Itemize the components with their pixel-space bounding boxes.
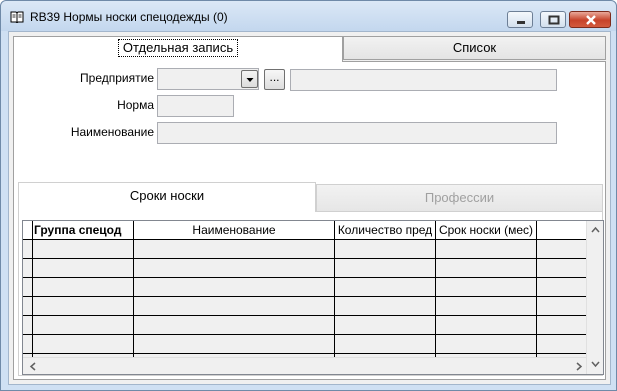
table-cell[interactable] [134, 259, 335, 278]
scroll-left-icon[interactable] [25, 358, 42, 375]
tab-professions: Профессии [316, 184, 603, 212]
table-cell[interactable] [537, 259, 587, 278]
enterprise-lookup-button[interactable]: ... [264, 69, 285, 90]
maximize-icon [548, 15, 560, 25]
table-cell[interactable] [33, 278, 134, 297]
row-indicator-cell[interactable] [23, 240, 33, 259]
book-icon [10, 11, 24, 23]
norm-label: Норма [117, 98, 154, 112]
table-cell[interactable] [335, 259, 436, 278]
client-area: Отдельная запись Список Предприятие ... … [8, 31, 611, 385]
maximize-button[interactable] [540, 11, 566, 28]
table-cell[interactable] [33, 259, 134, 278]
table-cell[interactable] [335, 335, 436, 354]
table-cell[interactable] [134, 297, 335, 316]
scroll-down-icon[interactable] [587, 356, 604, 373]
window-title: RB39 Нормы носки спецодежды (0) [30, 10, 228, 24]
table-cell[interactable] [335, 316, 436, 335]
row-indicator-header [23, 221, 33, 240]
tab-single-record[interactable]: Отдельная запись [13, 36, 343, 62]
table-cell[interactable] [537, 335, 587, 354]
enterprise-label: Предприятие [80, 71, 154, 85]
scroll-right-icon[interactable] [570, 358, 587, 375]
vertical-scrollbar[interactable] [586, 221, 604, 374]
enterprise-name-field [290, 69, 557, 91]
tab-single-record-label: Отдельная запись [117, 39, 239, 57]
close-icon [586, 15, 596, 25]
table-cell[interactable] [537, 240, 587, 259]
close-button[interactable] [569, 11, 611, 28]
table-cell[interactable] [33, 316, 134, 335]
row-indicator-cell[interactable] [23, 259, 33, 278]
table-cell[interactable] [436, 259, 537, 278]
row-indicator-cell[interactable] [23, 297, 33, 316]
table-cell[interactable] [537, 297, 587, 316]
table-cell[interactable] [436, 240, 537, 259]
table-cell[interactable] [134, 316, 335, 335]
minimize-button[interactable] [507, 11, 533, 28]
wear-periods-page: Группа спецод Наименование Количество пр… [18, 211, 604, 376]
table-cell[interactable] [33, 297, 134, 316]
tab-wear-periods[interactable]: Сроки носки [18, 182, 316, 212]
chevron-down-icon [246, 78, 254, 82]
table-cell[interactable] [134, 278, 335, 297]
row-indicator-cell[interactable] [23, 278, 33, 297]
table-cell[interactable] [33, 240, 134, 259]
norms-grid[interactable]: Группа спецод Наименование Количество пр… [22, 220, 604, 375]
table-cell[interactable] [335, 297, 436, 316]
title-bar[interactable]: RB39 Нормы носки спецодежды (0) [1, 1, 616, 31]
column-header-extra[interactable] [537, 221, 587, 240]
table-cell[interactable] [134, 240, 335, 259]
table-cell[interactable] [436, 316, 537, 335]
column-header-quantity[interactable]: Количество пред [335, 221, 436, 240]
enterprise-dropdown-button[interactable] [241, 70, 258, 88]
norm-input[interactable] [157, 95, 234, 117]
table-cell[interactable] [537, 278, 587, 297]
column-header-group[interactable]: Группа спецод [33, 221, 134, 240]
table-cell[interactable] [436, 297, 537, 316]
table-cell[interactable] [436, 278, 537, 297]
table-cell[interactable] [33, 335, 134, 354]
column-header-name[interactable]: Наименование [134, 221, 335, 240]
application-window: RB39 Нормы носки спецодежды (0) Отдельна… [0, 0, 617, 391]
tab-list-label: Список [452, 40, 497, 55]
name-label: Наименование [70, 125, 154, 139]
row-indicator-cell[interactable] [23, 316, 33, 335]
table-cell[interactable] [537, 316, 587, 335]
tab-list[interactable]: Список [343, 36, 606, 60]
scroll-up-icon[interactable] [587, 222, 604, 239]
single-record-page: Предприятие ... Норма Наименование Сроки… [13, 61, 606, 380]
table-cell[interactable] [436, 335, 537, 354]
name-input[interactable] [157, 122, 557, 144]
column-header-period[interactable]: Срок носки (мес) [436, 221, 537, 240]
table-cell[interactable] [134, 335, 335, 354]
minimize-icon [517, 21, 525, 24]
table-cell[interactable] [335, 278, 436, 297]
row-indicator-cell[interactable] [23, 335, 33, 354]
table-cell[interactable] [335, 240, 436, 259]
horizontal-scrollbar[interactable] [23, 357, 587, 375]
